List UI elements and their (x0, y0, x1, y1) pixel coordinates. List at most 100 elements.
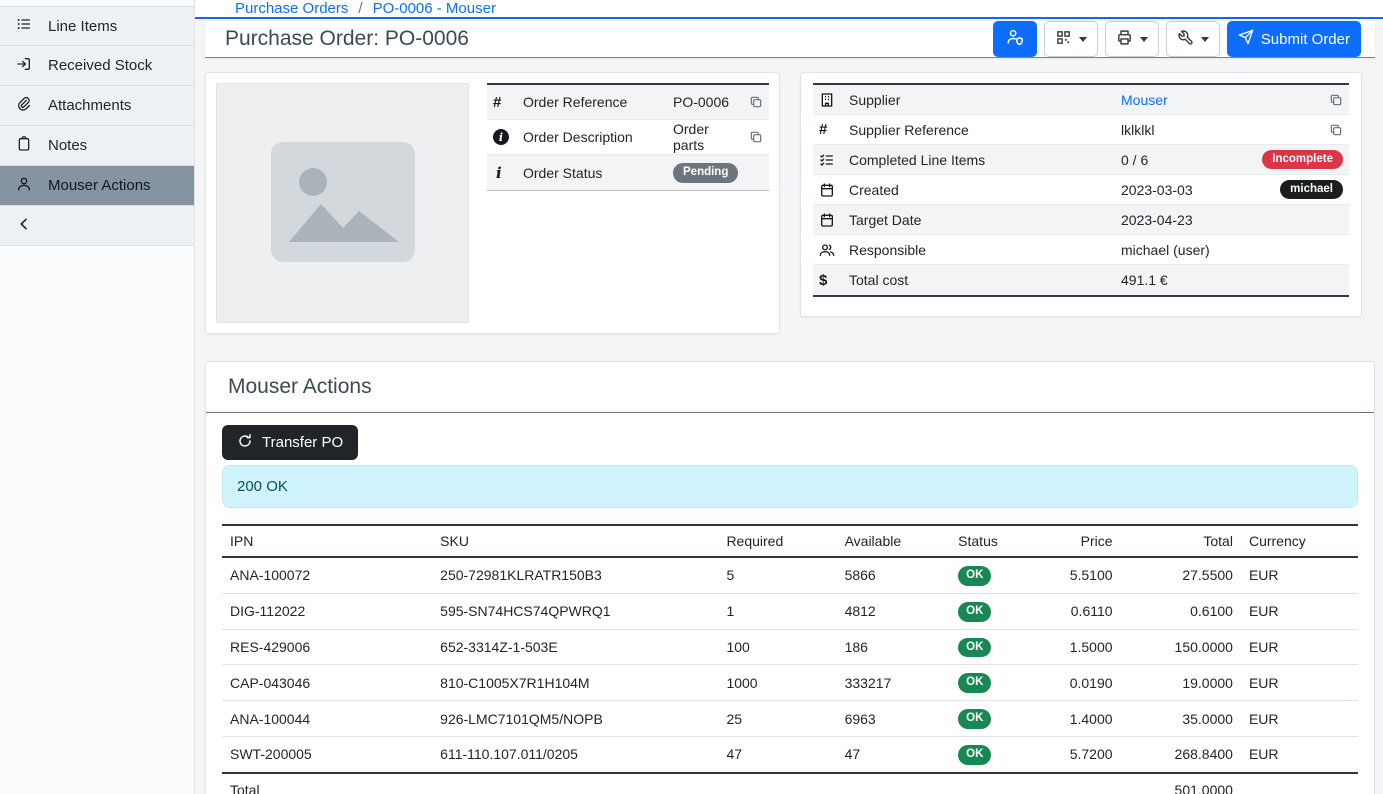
col-available: Available (837, 525, 951, 557)
info-circle-icon: i (493, 129, 523, 145)
send-icon (1238, 29, 1254, 49)
detail-row-total-cost: $ Total cost 491.1 € (813, 265, 1349, 295)
supplier-info-card: Supplier Mouser # Supplier Reference lkl… (800, 72, 1362, 317)
sidebar: Line Items Received Stock Attachments No… (0, 0, 195, 794)
breadcrumb: Purchase Orders / PO-0006 - Mouser (195, 0, 1383, 19)
page-header: Purchase Order: PO-0006 (205, 21, 1375, 58)
table-header-row: IPN SKU Required Available Status Price … (222, 525, 1358, 557)
detail-row-target-date: Target Date 2023-04-23 (813, 205, 1349, 235)
barcode-actions-button[interactable] (1044, 21, 1098, 57)
order-actions-button[interactable] (1166, 21, 1220, 57)
cell-total: 19.0000 (1121, 665, 1241, 701)
copy-icon[interactable] (1321, 93, 1343, 107)
breadcrumb-link-current-order[interactable]: PO-0006 - Mouser (373, 0, 496, 17)
transfer-po-button[interactable]: Transfer PO (222, 425, 358, 460)
detail-label: Created (849, 182, 1121, 198)
copy-icon[interactable] (1321, 123, 1343, 137)
table-row: CAP-043046 810-C1005X7R1H104M 1000 33321… (222, 665, 1358, 701)
refresh-icon (237, 433, 253, 453)
qr-code-icon (1055, 29, 1072, 50)
cell-required: 25 (718, 701, 836, 737)
sidebar-item-received-stock[interactable]: Received Stock (0, 46, 194, 86)
detail-label: Order Status (523, 165, 673, 181)
ok-badge: OK (958, 602, 991, 622)
detail-value: lklklkl (1121, 122, 1321, 138)
cell-total: 150.0000 (1121, 629, 1241, 665)
supplier-link[interactable]: Mouser (1121, 92, 1168, 108)
cell-status: OK (950, 701, 1039, 737)
cell-total: 0.6100 (1121, 593, 1241, 629)
col-price: Price (1039, 525, 1121, 557)
breadcrumb-separator: / (358, 0, 362, 17)
detail-row-responsible: Responsible michael (user) (813, 235, 1349, 265)
panel-title: Mouser Actions (228, 375, 1352, 399)
submit-order-button[interactable]: Submit Order (1227, 21, 1361, 57)
user-shield-button[interactable] (993, 21, 1037, 57)
cell-price: 0.6110 (1039, 593, 1121, 629)
cell-currency: EUR (1241, 629, 1358, 665)
user-shield-icon (1006, 28, 1024, 50)
print-actions-button[interactable] (1105, 21, 1159, 57)
sidebar-item-mouser-actions[interactable]: Mouser Actions (0, 166, 194, 206)
sidebar-item-label: Received Stock (48, 57, 152, 74)
ok-badge: OK (958, 673, 991, 693)
dollar-icon: $ (819, 272, 849, 289)
supplier-details-table: Supplier Mouser # Supplier Reference lkl… (813, 83, 1349, 297)
cell-ipn: ANA-100072 (222, 557, 432, 593)
app-window: Line Items Received Stock Attachments No… (0, 0, 1383, 794)
cell-currency: EUR (1241, 701, 1358, 737)
line-items-table: IPN SKU Required Available Status Price … (222, 524, 1358, 794)
cell-required: 1 (718, 593, 836, 629)
page-title: Purchase Order: PO-0006 (225, 27, 469, 51)
breadcrumb-link-purchase-orders[interactable]: Purchase Orders (235, 0, 348, 17)
detail-value: 2023-03-03 (1121, 182, 1272, 198)
col-currency: Currency (1241, 525, 1358, 557)
cell-available: 5866 (837, 557, 951, 593)
cell-required: 100 (718, 629, 836, 665)
detail-label: Completed Line Items (849, 152, 1121, 168)
cell-total: 27.5500 (1121, 557, 1241, 593)
detail-label: Order Description (523, 129, 673, 145)
cell-ipn: ANA-100044 (222, 701, 432, 737)
cell-status: OK (950, 557, 1039, 593)
sidebar-item-line-items[interactable]: Line Items (0, 6, 194, 46)
order-details-table: # Order Reference PO-0006 i Order Descri… (487, 83, 769, 191)
detail-row-supplier: Supplier Mouser (813, 85, 1349, 115)
submit-order-label: Submit Order (1261, 31, 1350, 48)
chevron-down-icon (1201, 37, 1209, 42)
content-area: # Order Reference PO-0006 i Order Descri… (195, 58, 1383, 794)
calendar-icon (819, 212, 849, 228)
order-detail-cards: # Order Reference PO-0006 i Order Descri… (205, 72, 1375, 334)
cell-price: 5.7200 (1039, 736, 1121, 772)
cell-total: 35.0000 (1121, 701, 1241, 737)
ok-badge: OK (958, 745, 991, 765)
cell-status: OK (950, 629, 1039, 665)
cell-available: 333217 (837, 665, 951, 701)
detail-value: PO-0006 (673, 94, 741, 110)
printer-icon (1116, 29, 1133, 50)
detail-label: Order Reference (523, 94, 673, 110)
sidebar-item-label: Attachments (48, 97, 131, 114)
hash-icon: # (493, 94, 523, 111)
detail-label: Responsible (849, 242, 1121, 258)
detail-label: Supplier Reference (849, 122, 1121, 138)
sidebar-item-notes[interactable]: Notes (0, 126, 194, 166)
cell-available: 4812 (837, 593, 951, 629)
hash-icon: # (819, 121, 849, 138)
chevron-left-icon (16, 216, 32, 235)
building-icon (819, 92, 849, 108)
cell-status: OK (950, 665, 1039, 701)
incomplete-badge: Incomplete (1262, 150, 1343, 170)
copy-icon[interactable] (741, 95, 763, 109)
order-image-placeholder[interactable] (216, 83, 469, 323)
detail-row-order-reference: # Order Reference PO-0006 (487, 85, 769, 120)
cell-available: 6963 (837, 701, 951, 737)
copy-icon[interactable] (741, 130, 763, 144)
sidebar-collapse-button[interactable] (0, 206, 194, 246)
cell-sku: 595-SN74HCS74QPWRQ1 (432, 593, 718, 629)
cell-price: 5.5100 (1039, 557, 1121, 593)
detail-row-completed-line-items: Completed Line Items 0 / 6 Incomplete (813, 145, 1349, 175)
sidebar-item-attachments[interactable]: Attachments (0, 86, 194, 126)
cell-total: 268.8400 (1121, 736, 1241, 772)
footer-label: Total (222, 773, 432, 794)
